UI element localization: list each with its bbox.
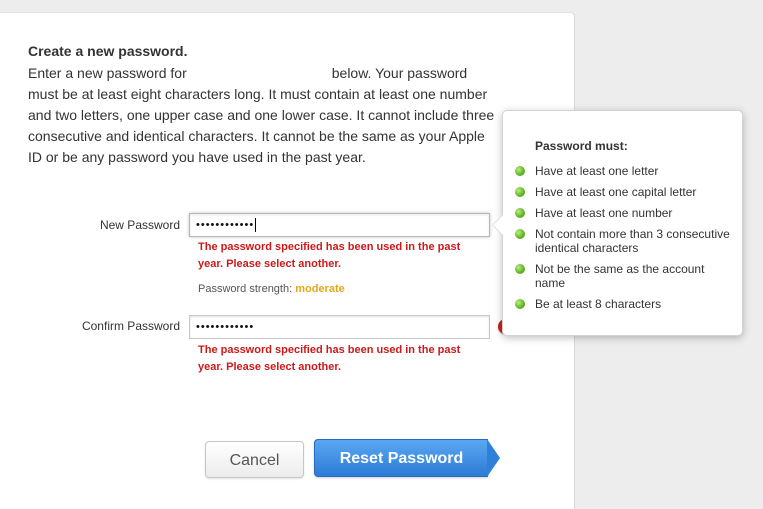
password-strength-label: Password strength:	[198, 283, 293, 295]
confirm-password-label: Confirm Password	[81, 319, 180, 333]
rule-item: Have at least one capital letter	[515, 185, 735, 199]
password-strength: Password strength: moderate	[198, 283, 345, 295]
rule-item: Not contain more than 3 consecutive iden…	[515, 227, 735, 255]
rule-item: Have at least one letter	[515, 164, 735, 178]
new-password-value: ••••••••••••	[196, 219, 255, 231]
reset-password-button[interactable]: Reset Password	[314, 439, 488, 477]
confirm-password-value: ••••••••••••	[196, 321, 255, 333]
popover-title: Password must:	[535, 139, 628, 153]
instructions-text: Enter a new password for below. Your pass…	[28, 63, 498, 168]
check-ok-icon	[515, 187, 525, 197]
new-password-error: The password specified has been used in …	[198, 241, 461, 270]
cancel-button[interactable]: Cancel	[205, 441, 304, 478]
rule-item: Not be the same as the account name	[515, 262, 735, 290]
confirm-password-input[interactable]: ••••••••••••	[189, 315, 490, 339]
new-password-input[interactable]: ••••••••••••	[189, 213, 490, 237]
rule-item: Be at least 8 characters	[515, 297, 735, 311]
page-title: Create a new password.	[28, 43, 188, 59]
password-strength-value: moderate	[295, 283, 345, 295]
reset-password-button-arrow[interactable]	[487, 439, 500, 477]
password-requirements-popover: Password must: Have at least one letter …	[492, 110, 743, 336]
instructions-part-1: Enter a new password for	[28, 65, 187, 81]
rule-item: Have at least one number	[515, 206, 735, 220]
check-ok-icon	[515, 299, 525, 309]
confirm-password-error: The password specified has been used in …	[198, 344, 461, 373]
check-ok-icon	[515, 229, 525, 239]
text-caret	[255, 218, 257, 233]
new-password-label: New Password	[99, 218, 180, 232]
check-ok-icon	[515, 208, 525, 218]
check-ok-icon	[515, 264, 525, 274]
check-ok-icon	[515, 166, 525, 176]
